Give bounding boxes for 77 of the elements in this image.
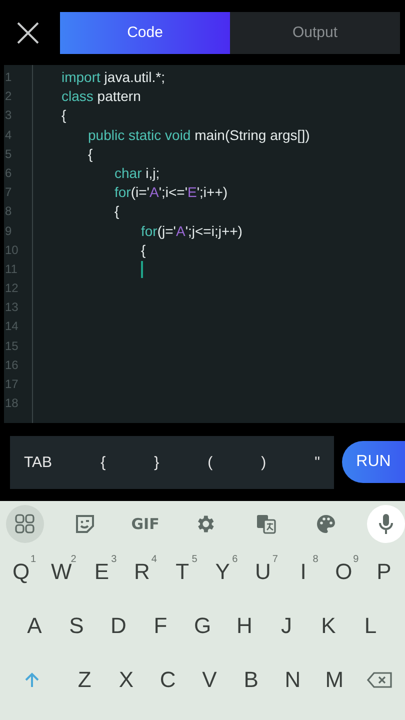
line-number: 14 xyxy=(4,318,20,336)
code-line: class pattern xyxy=(60,87,141,106)
line-number: 7 xyxy=(4,184,13,202)
code-line: { xyxy=(114,202,120,222)
line-number: 13 xyxy=(4,299,20,316)
symbol-key[interactable]: TAB xyxy=(22,450,54,474)
code-line: { xyxy=(87,144,93,164)
letter-key[interactable]: K xyxy=(308,602,350,650)
code-line: public static void main(String args[]) xyxy=(87,126,310,145)
key-hint: 8 xyxy=(312,554,318,565)
symbol-key[interactable]: ( xyxy=(206,450,215,474)
letter-key[interactable]: S xyxy=(56,602,98,650)
line-number: 18 xyxy=(4,395,20,412)
code-editor[interactable]: 1 2 3 4 5 6 7 8 9 10 11 12 13 14 15 16 17 18 import java.util.*; class pattern { public static void main(String args[]) { char i,j; for(i='A';i<='E';i++) { for(j='A';j<=i;j++) { xyxy=(4,65,405,423)
letter-key[interactable]: A xyxy=(14,602,56,650)
letter-key[interactable]: F xyxy=(140,602,182,650)
code-line: for(j='A';j<=i;j++) xyxy=(140,222,242,241)
line-number: 5 xyxy=(4,146,13,163)
run-button[interactable]: RUN xyxy=(342,441,405,483)
line-number: 6 xyxy=(4,164,13,182)
key-hint: 4 xyxy=(151,554,157,565)
key-hint: 2 xyxy=(70,554,76,565)
line-number: 11 xyxy=(4,260,18,278)
letter-key[interactable]: L xyxy=(350,602,392,650)
symbol-key[interactable]: } xyxy=(152,450,162,474)
key-hint: 6 xyxy=(232,554,238,565)
letter-key[interactable]: Z xyxy=(66,656,104,704)
code-line: for(i='A';i<='E';i++) xyxy=(114,183,228,202)
symbol-key[interactable]: { xyxy=(98,450,108,474)
line-number: 9 xyxy=(4,222,13,240)
line-number: 17 xyxy=(4,376,20,393)
line-number: 16 xyxy=(4,356,20,374)
code-line: { xyxy=(60,106,66,126)
key-hint: 7 xyxy=(272,554,278,565)
letter-key[interactable]: H xyxy=(224,602,266,650)
line-number: 12 xyxy=(4,280,20,298)
letter-key[interactable]: I 8 xyxy=(284,548,322,596)
letter-key[interactable]: X xyxy=(107,656,146,704)
letter-key[interactable]: P xyxy=(364,548,403,596)
key-hint: 3 xyxy=(111,554,117,565)
line-number: 15 xyxy=(4,338,20,355)
key-hint: 5 xyxy=(192,554,198,565)
sticker-icon xyxy=(74,513,96,535)
palette-icon xyxy=(314,513,337,535)
code-line: char i,j; xyxy=(114,164,160,183)
line-number: 8 xyxy=(4,203,13,220)
key-hint: 1 xyxy=(30,554,36,565)
backspace-icon xyxy=(367,671,393,689)
line-number: 1 xyxy=(4,69,13,86)
line-number: 2 xyxy=(4,88,13,106)
code-line: { xyxy=(140,240,146,260)
key-hint: 9 xyxy=(353,554,359,565)
voice-input-button[interactable] xyxy=(366,505,405,543)
symbol-key[interactable]: ) xyxy=(259,450,268,474)
letter-key[interactable]: G xyxy=(182,602,224,650)
shift-arrow-icon xyxy=(23,671,41,689)
symbol-key[interactable]: " xyxy=(312,450,322,474)
letter-key[interactable]: B xyxy=(232,656,270,704)
letter-key[interactable]: D xyxy=(98,602,140,650)
letter-key[interactable]: C xyxy=(148,656,187,704)
letter-key[interactable]: J xyxy=(266,602,308,650)
line-number: 10 xyxy=(4,242,20,259)
text-cursor xyxy=(141,260,143,278)
translate-icon xyxy=(254,513,277,535)
line-number: 3 xyxy=(4,107,13,124)
letter-key[interactable]: N xyxy=(274,656,312,704)
gif-button[interactable]: GIF xyxy=(126,505,164,543)
line-number: 4 xyxy=(4,126,13,144)
microphone-icon xyxy=(376,513,395,535)
tab[interactable]: Code xyxy=(60,12,230,54)
letter-key[interactable]: M xyxy=(315,656,354,704)
apps-icon xyxy=(15,514,35,534)
apps-button[interactable] xyxy=(6,505,44,543)
close-icon xyxy=(16,20,40,44)
code-line: import java.util.*; xyxy=(60,68,165,87)
letter-key[interactable]: V xyxy=(190,656,228,704)
tab[interactable]: Output xyxy=(230,12,400,54)
